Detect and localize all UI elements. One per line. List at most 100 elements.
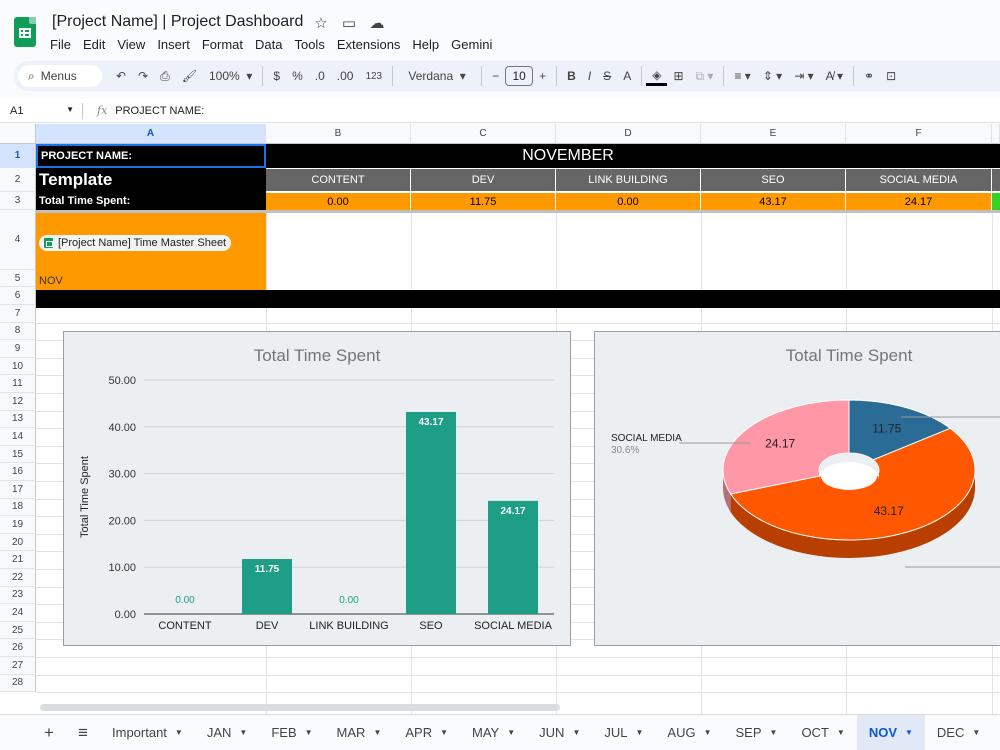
chevron-down-icon[interactable]: ▼: [837, 728, 845, 737]
cell-a5[interactable]: NOV: [36, 272, 266, 290]
sheet-tab-aug[interactable]: AUG ▼: [655, 715, 723, 750]
star-icon[interactable]: ☆: [312, 14, 330, 32]
sheet-tab-important[interactable]: Important ▼: [100, 715, 195, 750]
borders-icon[interactable]: ⊞: [667, 64, 689, 88]
row-header-13[interactable]: 13: [0, 410, 36, 429]
menu-view[interactable]: View: [111, 35, 151, 54]
menu-file[interactable]: File: [44, 35, 77, 54]
font-select[interactable]: Verdana ▾: [397, 64, 477, 88]
row-header-6[interactable]: 6: [0, 287, 36, 305]
number-format-button[interactable]: 123: [359, 64, 388, 88]
cell-a2[interactable]: Template: [36, 168, 266, 192]
formula-input[interactable]: PROJECT NAME:: [115, 105, 204, 117]
insert-comment-icon[interactable]: ⊡: [880, 64, 902, 88]
text-rotation-icon[interactable]: A̸ ▾: [820, 64, 849, 88]
row-header-11[interactable]: 11: [0, 375, 36, 393]
menu-help[interactable]: Help: [406, 35, 445, 54]
zoom-select[interactable]: 100% ▾: [203, 64, 258, 88]
text-color-button[interactable]: A: [617, 64, 637, 88]
sheet-tab-feb[interactable]: FEB ▼: [259, 715, 324, 750]
row-header-18[interactable]: 18: [0, 498, 36, 517]
cell-a3[interactable]: Total Time Spent:: [36, 192, 266, 210]
row-header-12[interactable]: 12: [0, 393, 36, 411]
spreadsheet-grid[interactable]: 28 27 26 25 24 23 22 21 20 19 18 17 16 15 14 13 12 11 10 9 8…: [0, 124, 1000, 714]
row-header-2[interactable]: 2: [0, 168, 36, 192]
document-title[interactable]: [Project Name] | Project Dashboard: [52, 13, 303, 31]
increase-decimal-button[interactable]: .00: [331, 64, 360, 88]
row-header-14[interactable]: 14: [0, 428, 36, 446]
undo-icon[interactable]: ↶: [110, 64, 132, 88]
chevron-down-icon[interactable]: ▼: [440, 728, 448, 737]
total-value-cell[interactable]: 43.17: [701, 193, 846, 211]
menu-insert[interactable]: Insert: [151, 35, 196, 54]
row-header-4[interactable]: 4: [0, 210, 36, 270]
row-header-7[interactable]: 7: [0, 305, 36, 323]
column-header-overflow[interactable]: [992, 124, 1000, 144]
row-header-16[interactable]: 16: [0, 463, 36, 481]
currency-format-button[interactable]: $: [267, 64, 286, 88]
menu-data[interactable]: Data: [249, 35, 288, 54]
horizontal-align-icon[interactable]: ≡ ▾: [728, 64, 756, 88]
column-header-c[interactable]: C: [411, 124, 556, 144]
bar-chart[interactable]: Total Time Spent 0.00 10.00 20.00 30.00 40.0…: [63, 331, 571, 646]
strikethrough-button[interactable]: S: [597, 64, 617, 88]
chevron-down-icon[interactable]: ▼: [770, 728, 778, 737]
file-smart-chip[interactable]: [Project Name] Time Master Sheet: [39, 235, 232, 251]
italic-button[interactable]: I: [582, 64, 597, 88]
category-header[interactable]: SOCIAL MEDIA: [846, 169, 992, 191]
cell-a1[interactable]: PROJECT NAME:: [36, 144, 266, 168]
column-header-f[interactable]: F: [846, 124, 992, 144]
add-sheet-button[interactable]: +: [32, 715, 66, 750]
sheet-tab-mar[interactable]: MAR ▼: [325, 715, 394, 750]
chevron-down-icon[interactable]: ▼: [175, 728, 183, 737]
sheets-logo-icon[interactable]: [14, 17, 36, 47]
column-header-a[interactable]: A: [36, 124, 266, 144]
row-header-17[interactable]: 17: [0, 481, 36, 499]
paint-format-icon[interactable]: 🖌: [176, 64, 203, 88]
column-header-e[interactable]: E: [701, 124, 846, 144]
column-header-b[interactable]: B: [266, 124, 411, 144]
category-header[interactable]: SEO: [701, 169, 846, 191]
print-icon[interactable]: ⎙: [154, 64, 176, 88]
bold-button[interactable]: B: [561, 64, 582, 88]
row-header-1[interactable]: 1: [0, 144, 36, 168]
row-header-5[interactable]: 5: [0, 270, 36, 287]
sheet-tab-oct[interactable]: OCT ▼: [789, 715, 856, 750]
row-header-8[interactable]: 8: [0, 322, 36, 341]
category-header[interactable]: CONTENT: [266, 169, 411, 191]
total-value-cell[interactable]: 0.00: [556, 193, 701, 211]
sheet-tab-nov[interactable]: NOV ▼: [856, 715, 925, 750]
row-header-9[interactable]: 9: [0, 340, 36, 358]
decrease-decimal-button[interactable]: .0: [309, 64, 331, 88]
row-header-10[interactable]: 10: [0, 357, 36, 376]
name-box[interactable]: A1 ▼: [0, 105, 82, 117]
font-size-input[interactable]: 10: [505, 66, 534, 86]
row-header-26[interactable]: 26: [0, 639, 36, 657]
chevron-down-icon[interactable]: ▼: [507, 728, 515, 737]
row-header-22[interactable]: 22: [0, 569, 36, 587]
row-header-21[interactable]: 21: [0, 551, 36, 569]
category-header[interactable]: LINK BUILDING: [556, 169, 701, 191]
percent-format-button[interactable]: %: [286, 64, 309, 88]
menu-gemini[interactable]: Gemini: [445, 35, 498, 54]
sheet-tab-jul[interactable]: JUL ▼: [592, 715, 655, 750]
chevron-down-icon[interactable]: ▼: [305, 728, 313, 737]
pie-chart[interactable]: Total Time Spent 11.75 43.17 24.17 SOCIAL M…: [594, 331, 1000, 646]
horizontal-scrollbar[interactable]: [40, 704, 560, 711]
row-header-19[interactable]: 19: [0, 516, 36, 534]
chevron-down-icon[interactable]: ▼: [239, 728, 247, 737]
sheet-tab-may[interactable]: MAY ▼: [460, 715, 527, 750]
chevron-down-icon[interactable]: ▼: [972, 728, 980, 737]
vertical-align-icon[interactable]: ⇕ ▾: [757, 64, 788, 88]
text-wrap-icon[interactable]: ⇥ ▾: [788, 64, 819, 88]
chevron-down-icon[interactable]: ▼: [373, 728, 381, 737]
chevron-down-icon[interactable]: ▼: [635, 728, 643, 737]
row-header-3[interactable]: 3: [0, 192, 36, 210]
all-sheets-button[interactable]: ≡: [66, 715, 100, 750]
select-all-corner[interactable]: [0, 124, 36, 144]
chevron-down-icon[interactable]: ▼: [572, 728, 580, 737]
row-header-15[interactable]: 15: [0, 445, 36, 464]
row-header-28[interactable]: 28: [0, 674, 36, 693]
sheet-tab-jan[interactable]: JAN ▼: [195, 715, 259, 750]
month-header[interactable]: NOVEMBER: [266, 144, 1000, 168]
